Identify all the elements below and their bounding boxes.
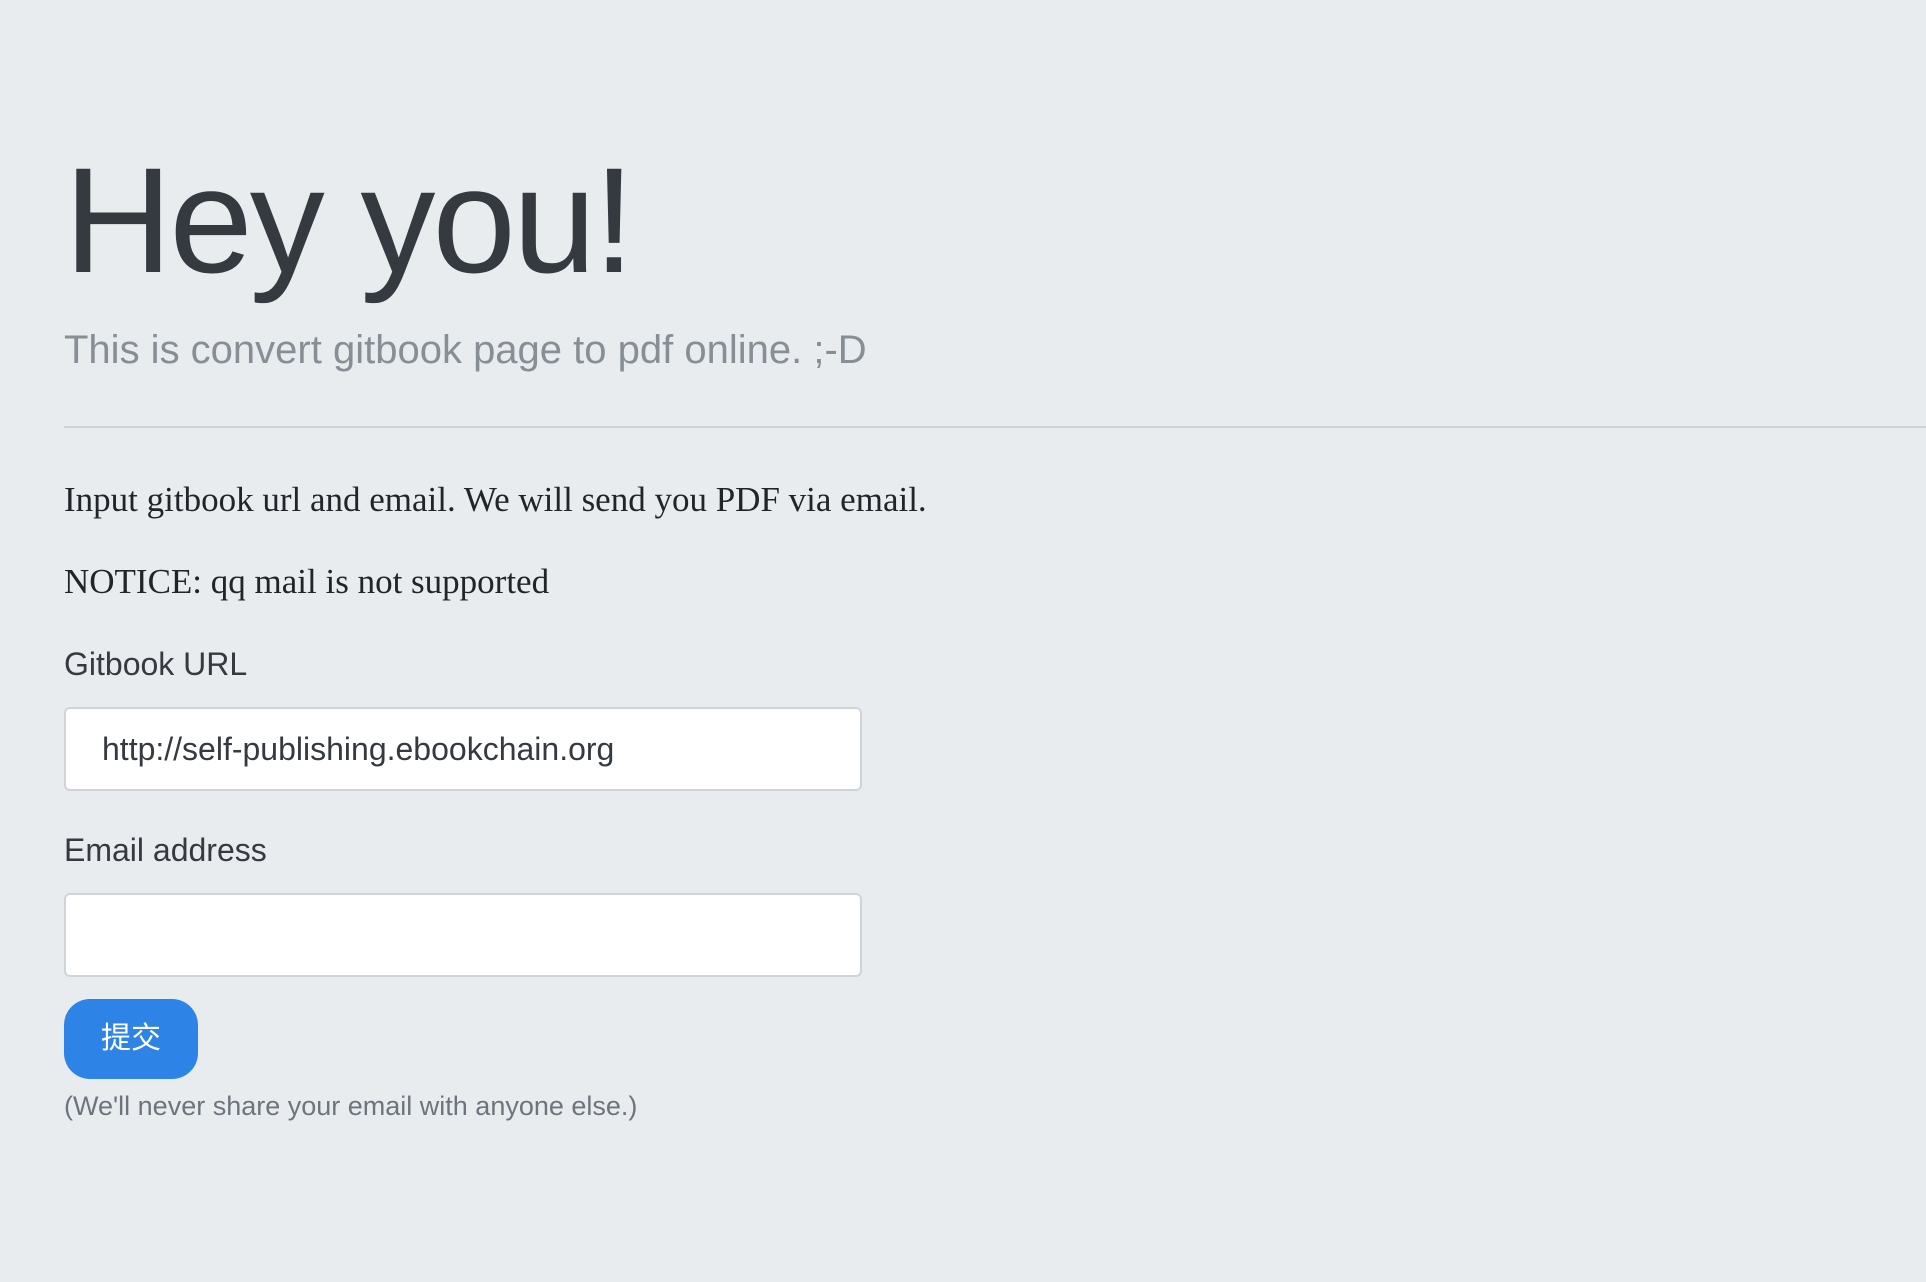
jumbotron: Hey you! This is convert gitbook page to… <box>0 0 1926 1282</box>
divider <box>64 426 1926 428</box>
submit-button[interactable]: 提交 <box>64 999 198 1079</box>
gitbook-url-input[interactable] <box>64 707 862 791</box>
privacy-help-text: (We'll never share your email with anyon… <box>64 1091 638 1121</box>
email-address-input[interactable] <box>64 893 862 977</box>
page-title: Hey you! <box>64 136 635 304</box>
instructions-text: Input gitbook url and email. We will sen… <box>64 480 927 519</box>
notice-text: NOTICE: qq mail is not supported <box>64 562 550 601</box>
page-subtitle: This is convert gitbook page to pdf onli… <box>64 328 867 372</box>
gitbook-url-label: Gitbook URL <box>64 646 248 682</box>
email-address-label: Email address <box>64 832 267 868</box>
